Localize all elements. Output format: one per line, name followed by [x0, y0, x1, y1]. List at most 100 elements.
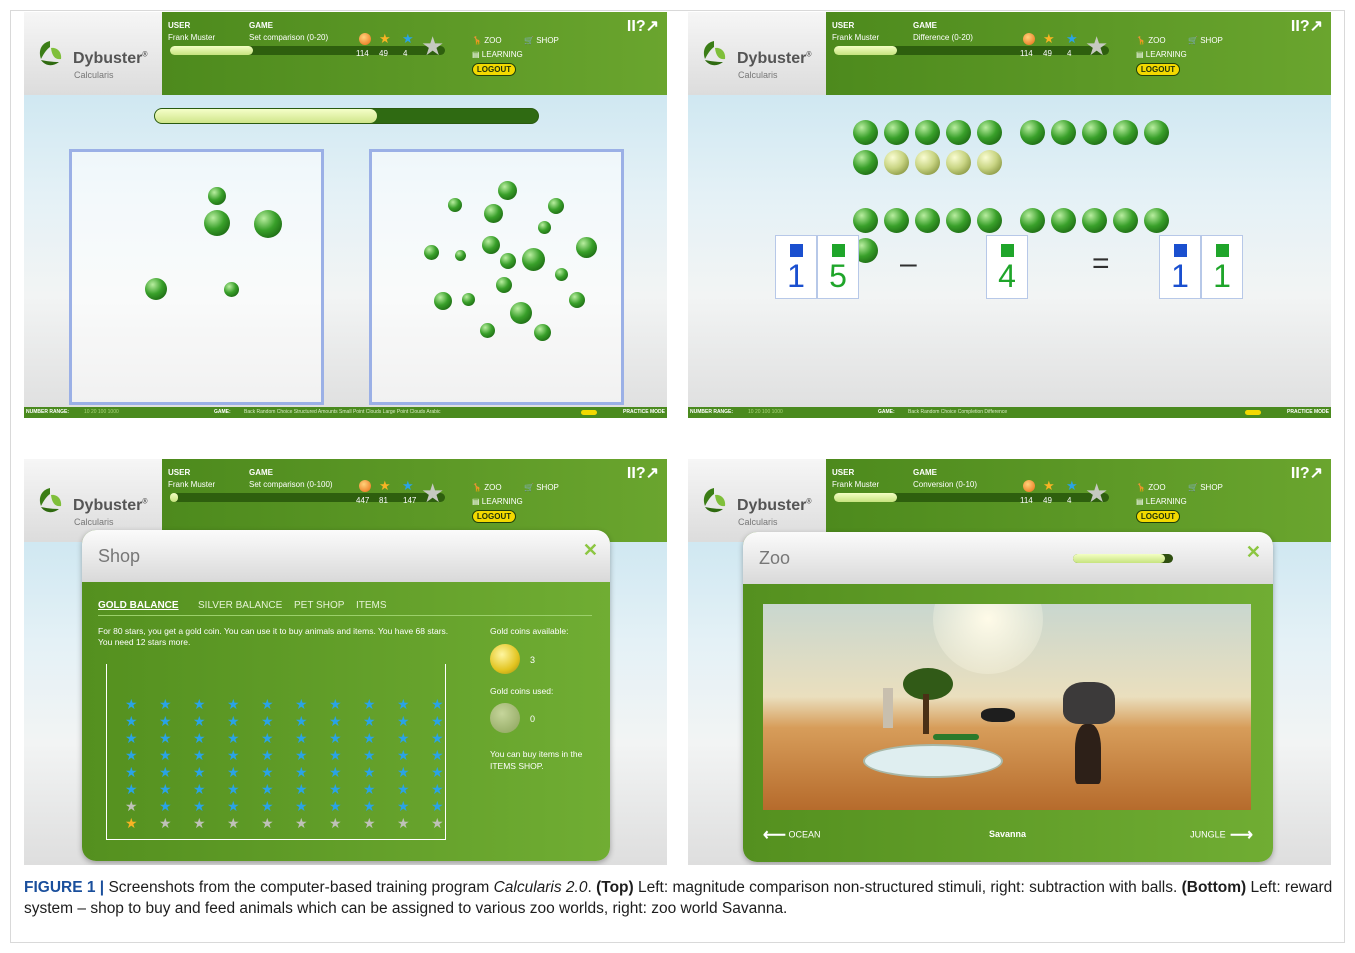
tab-gold-balance[interactable]: GOLD BALANCE — [98, 600, 179, 611]
star-icon: ★ — [295, 764, 308, 780]
number-range-options[interactable]: 10 20 100 1000 — [748, 407, 783, 418]
prev-world-button[interactable]: ⟵ OCEAN — [763, 825, 820, 845]
tab-items[interactable]: ITEMS — [356, 600, 387, 611]
ball — [884, 150, 909, 175]
task-progress-fill — [155, 109, 378, 123]
blue-star-count: 147 — [403, 496, 417, 505]
tab-silver-balance[interactable]: SILVER BALANCE — [198, 600, 282, 611]
game-options[interactable]: Back Random Choice Completion Difference — [908, 407, 1007, 418]
star-icon: ★ — [261, 696, 274, 712]
star-icon: ★ — [261, 815, 274, 831]
logo: Dybuster® Calcularis — [688, 459, 826, 542]
game-options[interactable]: Back Random Choice Structured Amounts Sm… — [244, 407, 441, 418]
number-range-options[interactable]: 10 20 100 1000 — [84, 407, 119, 418]
ball — [884, 120, 909, 145]
ball — [484, 204, 503, 223]
zoo-progress-bar — [1073, 554, 1173, 563]
ball — [480, 323, 495, 338]
caption-program: Calcularis 2.0 — [493, 879, 588, 896]
zoo-link[interactable]: 🦒 ZOO — [1136, 483, 1166, 492]
digit-square-icon — [789, 244, 803, 257]
digit-card[interactable]: 4 — [986, 235, 1028, 299]
star-icon: ★ — [125, 815, 138, 831]
waterhole — [863, 744, 1003, 778]
star-icon: ★ — [193, 696, 206, 712]
savanna-scene[interactable] — [763, 604, 1251, 810]
star-icon: ★ — [159, 696, 172, 712]
digit-card[interactable]: 1 — [1201, 235, 1243, 299]
zoo-link[interactable]: 🦒 ZOO — [472, 483, 502, 492]
ball — [1082, 120, 1107, 145]
pause-help-fullscreen-icons[interactable]: II?↗ — [1291, 463, 1323, 483]
zoo-link[interactable]: 🦒 ZOO — [472, 36, 502, 45]
digit-card[interactable]: 1 — [1159, 235, 1201, 299]
logout-button[interactable]: LOGOUT — [1136, 63, 1180, 76]
shop-link[interactable]: 🛒 SHOP — [524, 483, 559, 492]
star-icon: ★ — [431, 713, 444, 729]
coin-count: 114 — [1020, 49, 1033, 58]
digit-value: 1 — [1213, 258, 1231, 294]
star-icon: ★ — [227, 781, 240, 797]
cart-icon: 🛒 — [524, 483, 534, 492]
learning-link[interactable]: ▤ LEARNING — [1136, 497, 1187, 506]
blue-star-icon: ★ — [402, 31, 414, 46]
logout-button[interactable]: LOGOUT — [472, 510, 516, 523]
ball — [977, 208, 1002, 233]
level-star-icon: ★ — [1085, 31, 1109, 61]
ball — [462, 293, 475, 306]
star-icon: ★ — [159, 747, 172, 763]
zoo-link[interactable]: 🦒 ZOO — [1136, 36, 1166, 45]
app-header: Dybuster® Calcularis USER Frank Muster G… — [688, 459, 1331, 542]
caption-bottom: (Bottom) — [1181, 879, 1247, 896]
chart-icon: ▤ — [472, 50, 480, 59]
panel-shop: Dybuster® Calcularis USER Frank Muster G… — [24, 459, 667, 865]
learning-link[interactable]: ▤ LEARNING — [1136, 50, 1187, 59]
pause-help-fullscreen-icons[interactable]: II?↗ — [1291, 16, 1323, 36]
pause-help-fullscreen-icons[interactable]: II?↗ — [627, 463, 659, 483]
ball — [576, 237, 597, 258]
brand-subtitle: Calcularis — [738, 70, 778, 80]
logout-button[interactable]: LOGOUT — [472, 63, 516, 76]
ball — [1051, 120, 1076, 145]
right-set-box[interactable] — [369, 149, 624, 405]
star-icon: ★ — [329, 696, 342, 712]
gold-used-value: 0 — [530, 714, 536, 724]
caption-top: (Top) — [596, 879, 634, 896]
star-icon: ★ — [261, 713, 274, 729]
pause-help-fullscreen-icons[interactable]: II?↗ — [627, 16, 659, 36]
digit-card[interactable]: 1 — [775, 235, 817, 299]
shop-link[interactable]: 🛒 SHOP — [524, 36, 559, 45]
gold-used-label: Gold coins used: — [490, 686, 554, 696]
star-grid: ★ ★ ★ ★ ★ ★ ★ ★ ★ ★ ★ ★ ★ ★ ★ ★ ★ ★ ★ ★ ★ ★ ★ ★ ★ ★ ★ ★ ★ ★ ★ ★ ★ ★ ★ ★ ★ ★ ★ ★… — [106, 664, 446, 840]
level-star-icon: ★ — [421, 478, 445, 508]
number-range-label: NUMBER RANGE: — [690, 409, 734, 415]
logout-button[interactable]: LOGOUT — [1136, 510, 1180, 523]
left-set-box[interactable] — [69, 149, 324, 405]
star-icon: ★ — [125, 781, 138, 797]
star-icon: ★ — [227, 696, 240, 712]
practice-toggle[interactable] — [1245, 410, 1261, 415]
star-icon: ★ — [261, 764, 274, 780]
star-icon: ★ — [397, 815, 410, 831]
star-icon: ★ — [193, 815, 206, 831]
digit-card[interactable]: 5 — [817, 235, 859, 299]
shop-link[interactable]: 🛒 SHOP — [1188, 483, 1223, 492]
task-progress-bar — [154, 108, 539, 124]
close-icon[interactable]: ✕ — [583, 540, 598, 561]
digit-square-icon — [1000, 244, 1014, 257]
next-world-button[interactable]: JUNGLE ⟶ — [1190, 825, 1253, 845]
star-icon: ★ — [397, 696, 410, 712]
digit-value: 4 — [998, 258, 1016, 294]
star-icon: ★ — [125, 730, 138, 746]
close-icon[interactable]: ✕ — [1246, 542, 1261, 563]
learning-link[interactable]: ▤ LEARNING — [472, 50, 523, 59]
tab-pet-shop[interactable]: PET SHOP — [294, 600, 344, 611]
ball — [548, 198, 564, 214]
learning-link[interactable]: ▤ LEARNING — [472, 497, 523, 506]
shop-link[interactable]: 🛒 SHOP — [1188, 36, 1223, 45]
practice-toggle[interactable] — [581, 410, 597, 415]
elephant — [1063, 682, 1115, 724]
dybuster-logo-icon — [703, 41, 726, 66]
minus-sign: – — [900, 247, 917, 280]
star-icon: ★ — [159, 713, 172, 729]
